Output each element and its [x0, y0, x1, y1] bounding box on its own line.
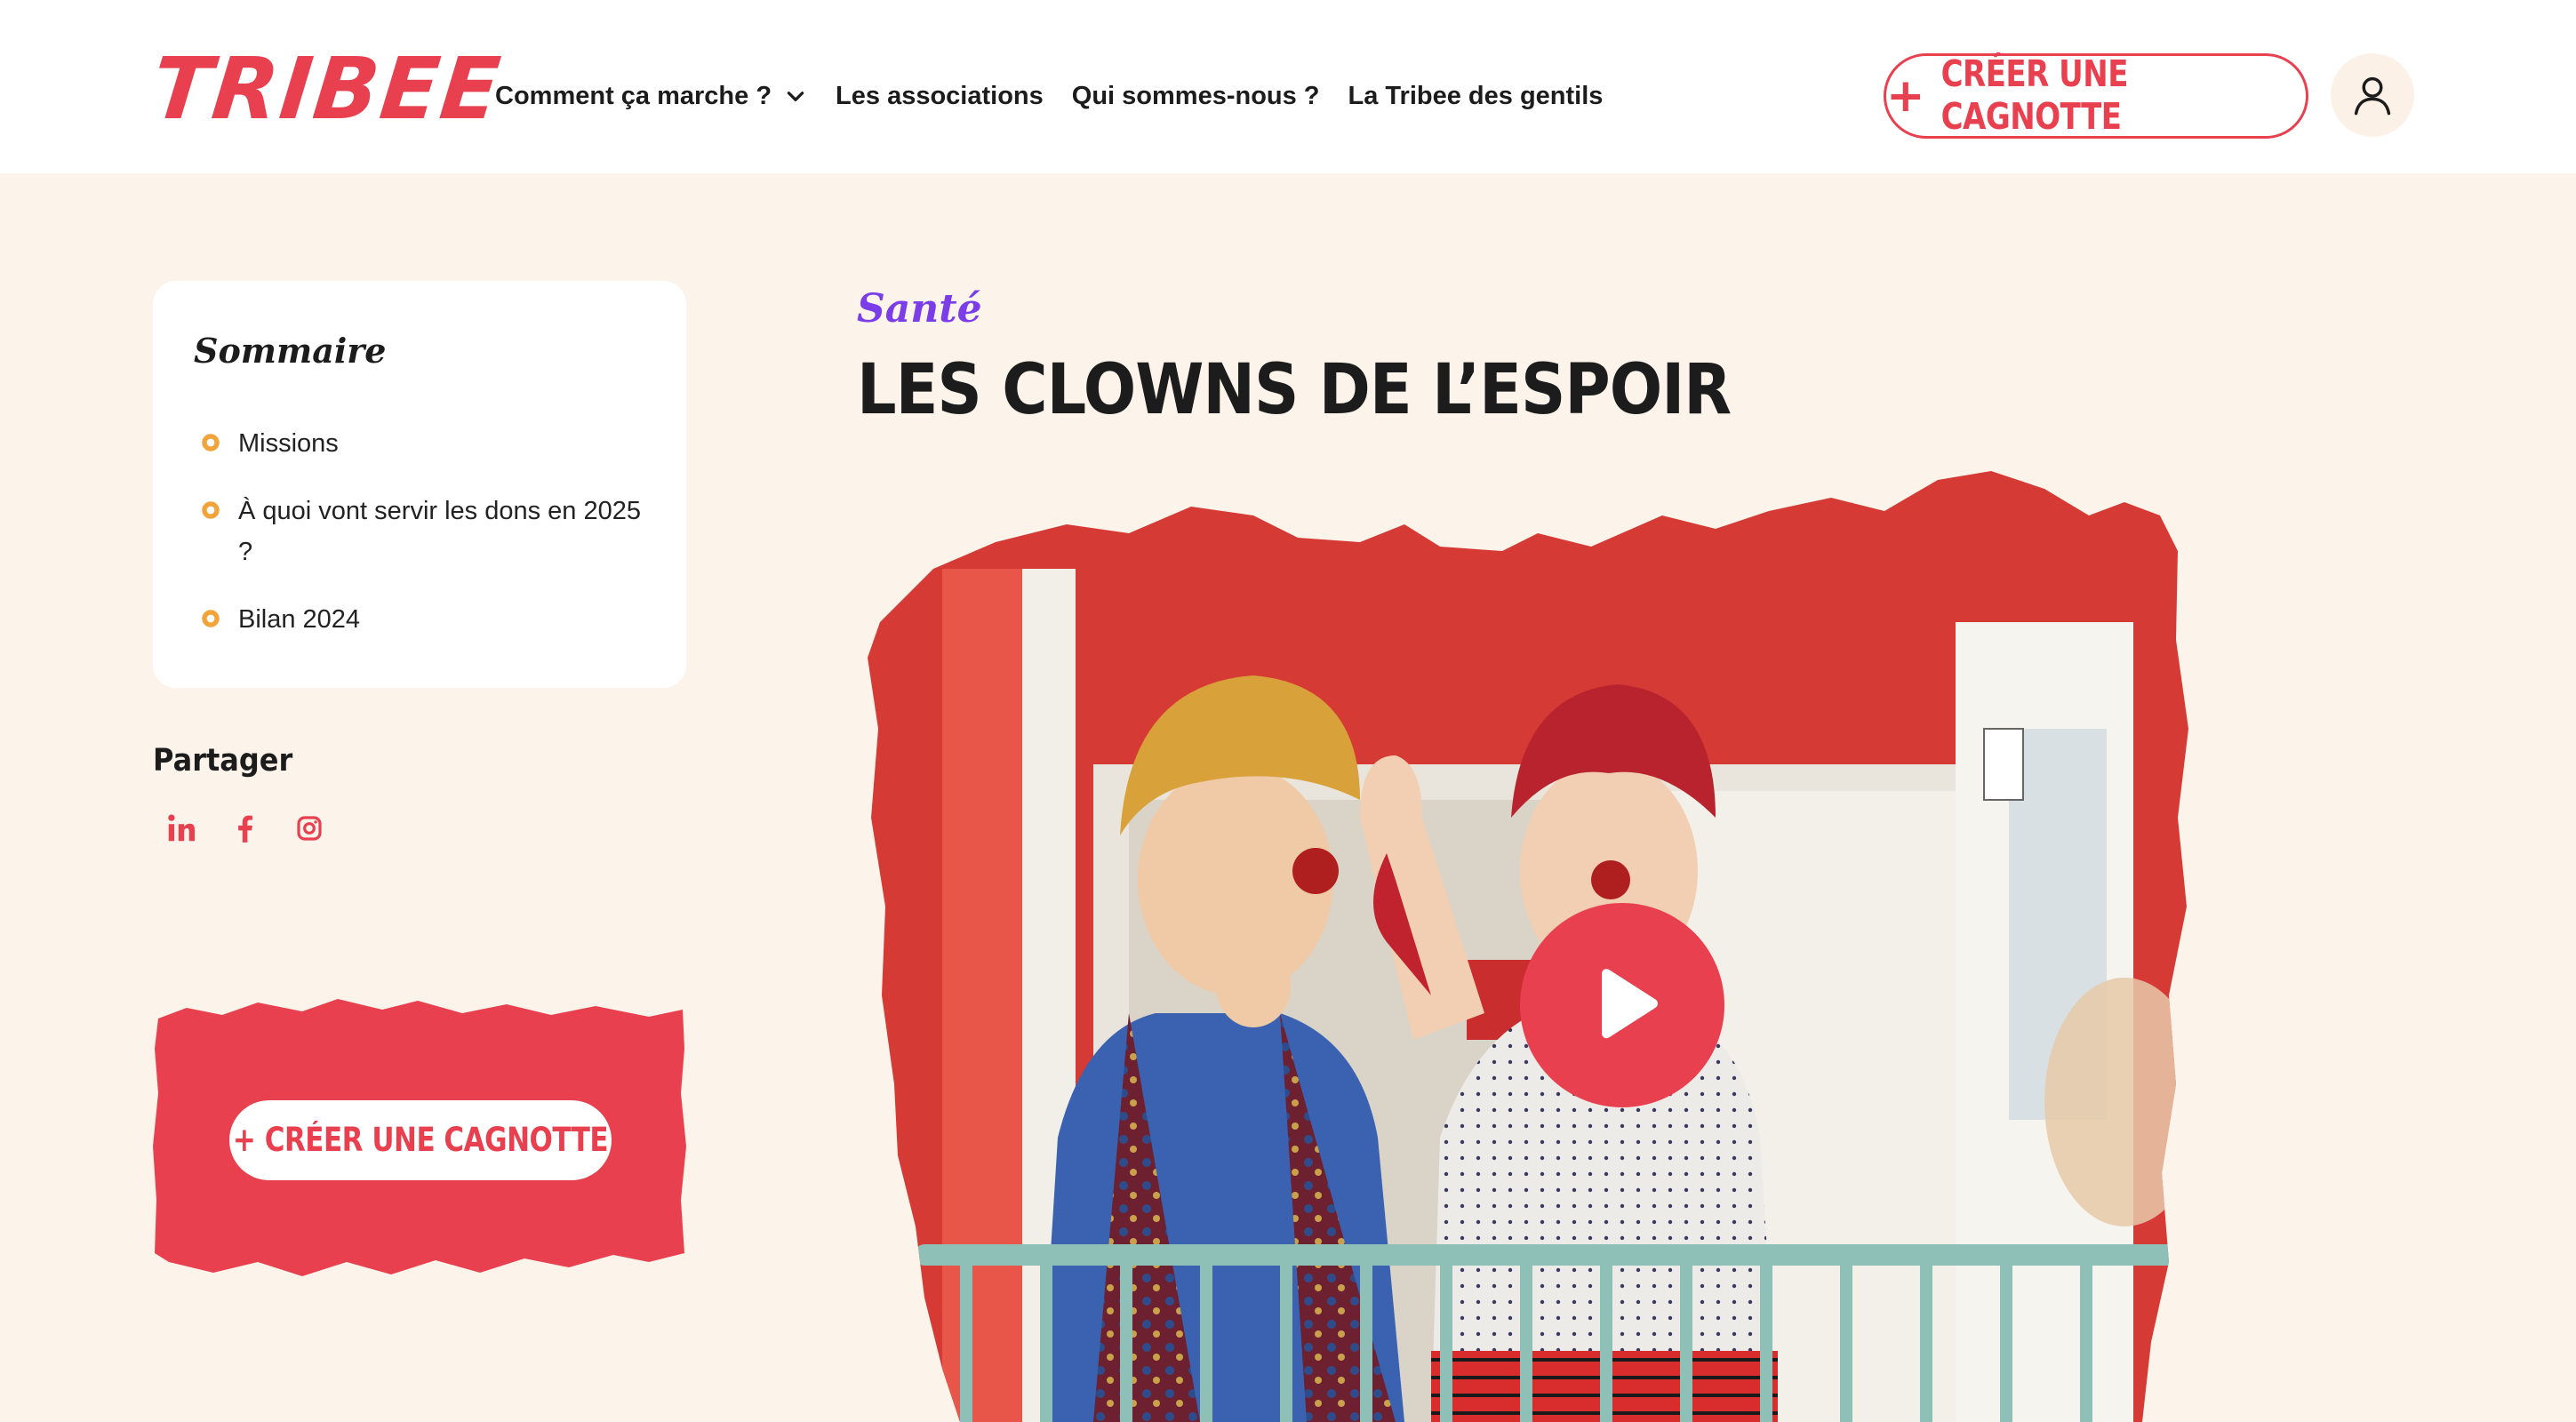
summary-item-bilan-2024[interactable]: Bilan 2024 — [199, 599, 661, 640]
account-button[interactable] — [2331, 53, 2414, 137]
chevron-down-icon — [787, 92, 804, 101]
facebook-icon[interactable] — [224, 807, 267, 850]
summary-title: Sommaire — [194, 331, 387, 371]
bullet-icon — [202, 434, 220, 451]
nav-item-associations[interactable]: Les associations — [836, 82, 1044, 111]
share-title: Partager — [153, 741, 293, 779]
summary-item-label: À quoi vont servir les dons en 2025 ? — [238, 497, 641, 566]
article-category[interactable]: Santé — [857, 286, 982, 332]
play-icon — [1602, 969, 1658, 1039]
header-torn-edge — [0, 151, 2576, 171]
bullet-icon — [202, 610, 220, 627]
nav-item-comment-ca-marche[interactable]: Comment ça marche ? — [495, 82, 807, 111]
main-nav: Comment ça marche ? Les associations Qui… — [495, 75, 1631, 117]
instagram-icon[interactable] — [288, 807, 331, 850]
tribee-logo[interactable]: TRIBEE — [148, 39, 506, 139]
summary-item-dons-2025[interactable]: À quoi vont servir les dons en 2025 ? — [199, 491, 661, 572]
summary-item-label: Bilan 2024 — [238, 605, 361, 634]
nav-item-tribee-des-gentils[interactable]: La Tribee des gentils — [1348, 82, 1604, 111]
article-title: LES CLOWNS DE L’ESPOIR — [857, 348, 1732, 430]
create-cagnotte-label: CRÉER UNE CAGNOTTE — [1940, 53, 2129, 139]
user-icon — [2354, 76, 2391, 116]
summary-list: Missions À quoi vont servir les dons en … — [199, 423, 661, 667]
bullet-icon — [202, 501, 220, 519]
nav-item-label: Comment ça marche ? — [495, 81, 772, 110]
plus-icon: + — [1886, 69, 1925, 123]
cta-create-cagnotte-label: + CRÉER UNE CAGNOTTE — [232, 1121, 609, 1160]
nav-item-qui-sommes-nous[interactable]: Qui sommes-nous ? — [1072, 82, 1320, 111]
cta-create-cagnotte-button[interactable]: + CRÉER UNE CAGNOTTE — [229, 1100, 612, 1180]
site-header: TRIBEE Comment ça marche ? Les associati… — [0, 0, 2576, 173]
summary-item-missions[interactable]: Missions — [199, 423, 661, 464]
create-cagnotte-button[interactable]: + CRÉER UNE CAGNOTTE — [1884, 53, 2308, 139]
linkedin-icon[interactable] — [160, 807, 203, 850]
share-icons — [160, 807, 352, 850]
summary-item-label: Missions — [238, 429, 339, 458]
summary-card: Sommaire Missions À quoi vont servir les… — [153, 281, 686, 688]
play-button[interactable] — [1520, 903, 1724, 1107]
